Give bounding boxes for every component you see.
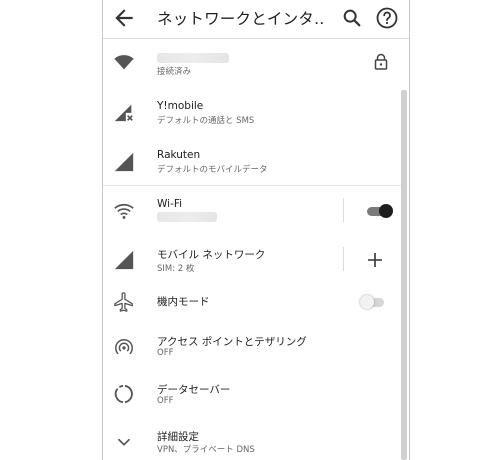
airplane-icon [114,292,133,312]
scrollbar[interactable] [401,90,407,460]
connected-network-row[interactable]: 接続済み [103,39,401,89]
lock-icon [374,53,388,70]
hotspot-row[interactable]: アクセス ポイントとテザリング OFF [103,326,401,370]
airplane-mode-row[interactable]: 機内モード [103,286,401,318]
app-bar: ネットワークとインタ… [103,0,409,39]
hotspot-icon [115,339,133,355]
sim-detail: デフォルトの通話と SMS [157,116,255,126]
sim-name: Rakuten [157,149,201,161]
mobile-network-label: モバイル ネットワーク [157,249,266,261]
section-divider [103,185,401,186]
wifi-filled-icon [114,55,134,70]
hotspot-status: OFF [157,348,174,358]
airplane-mode-label: 機内モード [157,296,210,308]
wifi-toggle[interactable] [367,204,393,218]
signal-icon [114,152,134,172]
settings-screen: ネットワークとインタ… 接続済み Y!mobile デフォルトの通話と SMS … [102,0,410,460]
chevron-down-icon [117,438,131,446]
advanced-detail: VPN、プライベート DNS [157,445,255,455]
hotspot-label: アクセス ポイントとテザリング [157,336,307,348]
sim-name: Y!mobile [157,100,204,112]
data-saver-label: データセーバー [157,384,231,396]
toggle-divider [343,198,344,222]
airplane-mode-toggle[interactable] [360,295,386,309]
help-icon[interactable] [375,6,399,30]
action-divider [343,247,344,271]
network-name-redacted [157,53,229,63]
sim-ymobile-row[interactable]: Y!mobile デフォルトの通話と SMS [103,90,401,134]
arrow-back-icon[interactable] [111,5,137,31]
wifi-row[interactable]: Wi-Fi [103,190,401,234]
sim-rakuten-row[interactable]: Rakuten デフォルトのモバイルデータ [103,140,401,184]
data-saver-row[interactable]: データセーバー OFF [103,374,401,418]
data-saver-status: OFF [157,396,174,406]
signal-icon [114,250,134,270]
advanced-label: 詳細設定 [157,431,199,443]
connection-status: 接続済み [157,67,192,77]
sim-detail: デフォルトのモバイルデータ [157,165,268,175]
search-icon[interactable] [341,7,363,29]
wifi-network-redacted [157,212,217,222]
data-saver-icon [114,384,133,404]
mobile-network-detail: SIM: 2 枚 [157,264,195,274]
page-title: ネットワークとインタ… [157,10,325,28]
advanced-row[interactable]: 詳細設定 VPN、プライベート DNS [103,424,401,460]
wifi-outline-icon [114,203,134,219]
signal-no-service-icon [114,104,133,122]
wifi-label: Wi-Fi [157,198,183,210]
mobile-network-row[interactable]: モバイル ネットワーク SIM: 2 枚 [103,238,401,282]
add-icon[interactable] [366,251,384,269]
